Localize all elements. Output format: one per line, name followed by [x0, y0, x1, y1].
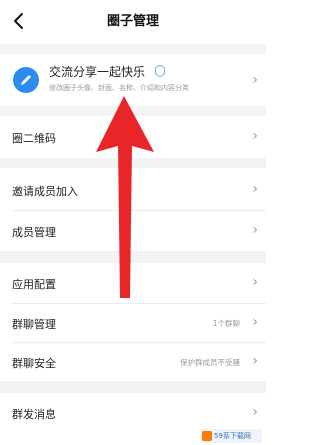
- watermark-text: 59系下载网: [214, 432, 251, 440]
- annotation-arrow: [96, 96, 154, 298]
- watermark-logo: 59系下载网: [200, 429, 262, 443]
- watermark-icon: [202, 431, 212, 441]
